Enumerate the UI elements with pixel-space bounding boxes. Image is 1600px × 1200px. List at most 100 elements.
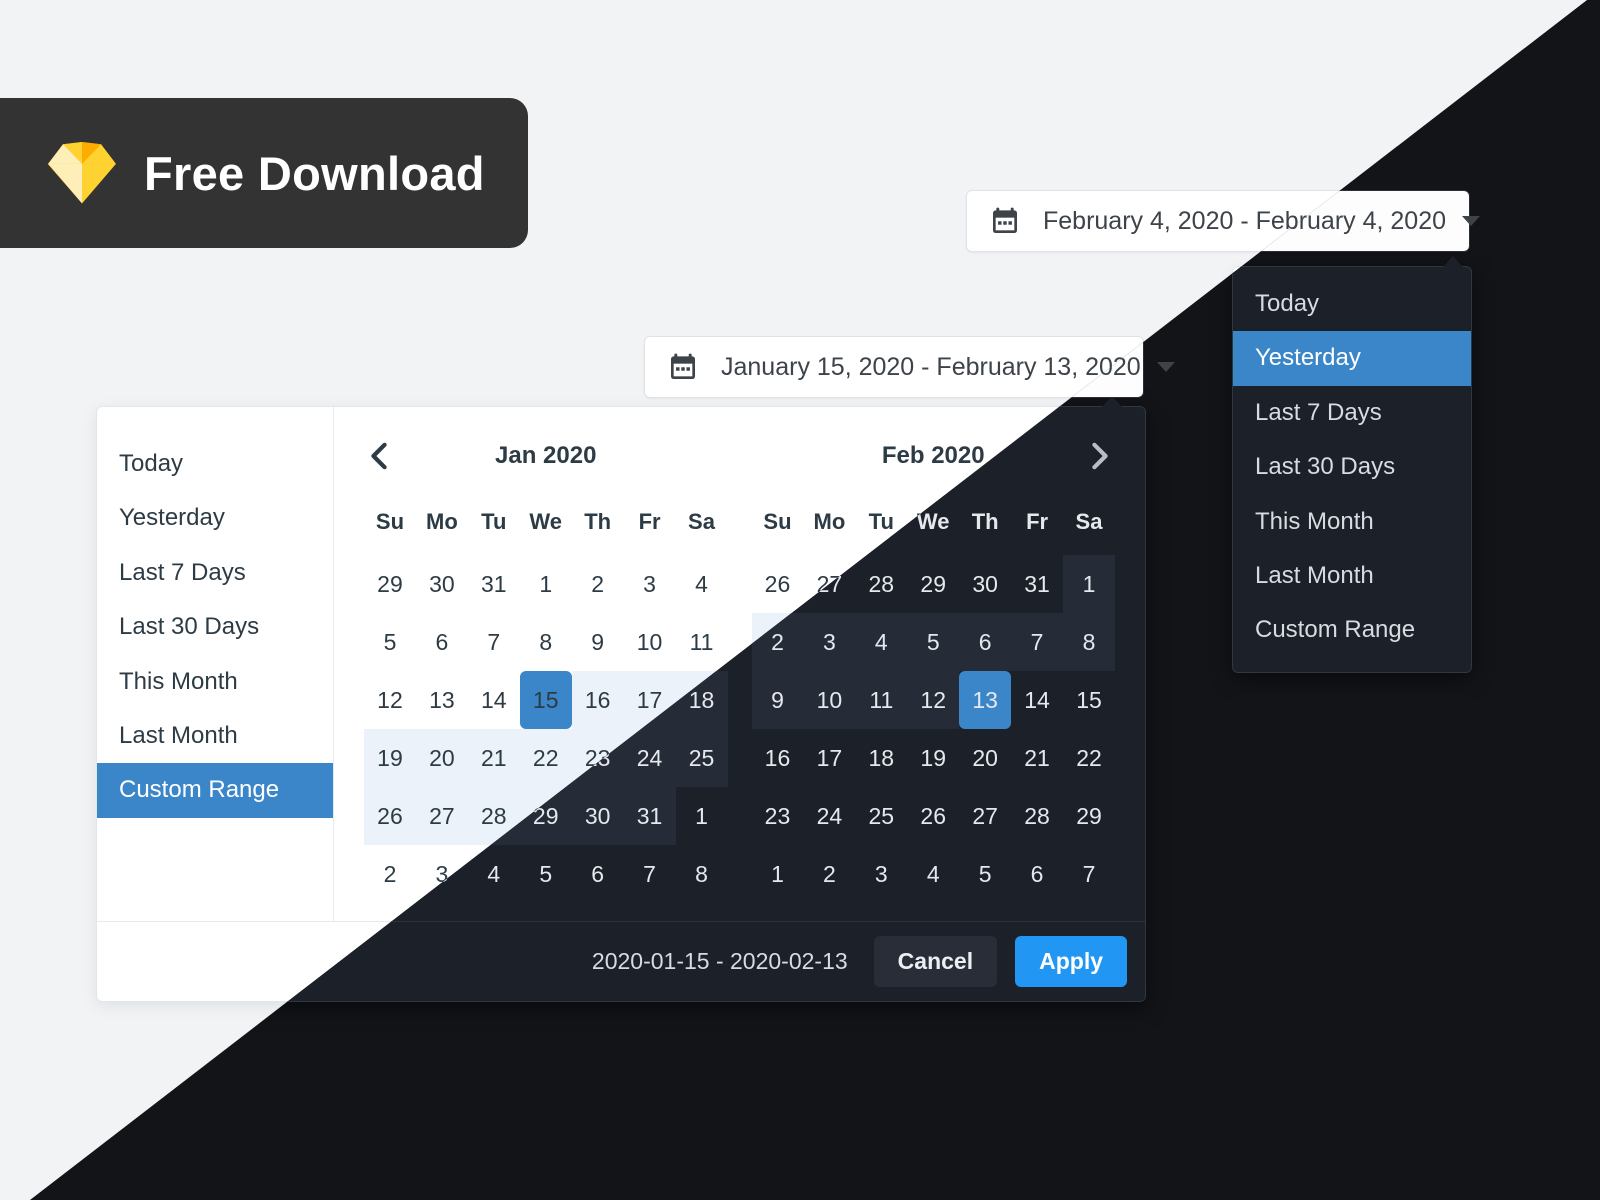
calendar-day-cell[interactable]: 31 [468, 555, 520, 613]
chevron-down-icon[interactable] [1462, 216, 1481, 226]
sidebar-item-yesterday[interactable]: Yesterday [97, 491, 333, 545]
apply-button[interactable]: Apply [1015, 936, 1127, 987]
calendar-day-cell[interactable]: 1 [676, 787, 728, 845]
calendar-day-cell[interactable]: 4 [907, 845, 959, 903]
calendar-day-cell[interactable]: 14 [1011, 671, 1063, 729]
calendar-day-cell[interactable]: 3 [855, 845, 907, 903]
calendar-day-cell[interactable]: 9 [572, 613, 624, 671]
calendar-day-cell[interactable]: 2 [751, 613, 804, 671]
calendar-day-cell[interactable]: 6 [572, 845, 624, 903]
calendar-day-cell[interactable]: 8 [1063, 613, 1115, 671]
chevron-down-icon[interactable] [1156, 362, 1175, 372]
calendar-day-cell[interactable]: 15 [1063, 671, 1115, 729]
sidebar-item-last-7-days[interactable]: Last 7 Days [97, 546, 333, 600]
calendar-day-cell[interactable]: 3 [416, 845, 468, 903]
calendar-day-cell[interactable]: 28 [855, 555, 907, 613]
calendar-day-cell[interactable]: 5 [907, 613, 960, 671]
calendar-day-cell[interactable]: 25 [675, 729, 728, 787]
range-item-last-7-days[interactable]: Last 7 Days [1233, 386, 1471, 440]
calendar-day-cell[interactable]: 5 [959, 845, 1011, 903]
calendar-day-cell[interactable]: 29 [364, 555, 416, 613]
calendar-day-cell[interactable]: 2 [803, 845, 855, 903]
calendar-day-cell[interactable]: 29 [907, 555, 959, 613]
ranges-dropdown[interactable]: Today Yesterday Last 7 Days Last 30 Days… [1232, 256, 1472, 673]
calendar-day-cell[interactable]: 6 [416, 613, 468, 671]
calendar-day-cell[interactable]: 30 [571, 787, 624, 845]
calendar-day-cell[interactable]: 7 [1063, 845, 1115, 903]
calendar-day-cell[interactable]: 24 [623, 729, 676, 787]
calendar-day-cell[interactable]: 8 [676, 845, 728, 903]
calendar-day-cell[interactable]: 6 [959, 613, 1012, 671]
calendar-day-cell[interactable]: 4 [468, 845, 520, 903]
calendar-day-cell[interactable]: 2 [572, 555, 624, 613]
calendar-day-cell[interactable]: 21 [1011, 729, 1063, 787]
calendar-day-cell[interactable]: 7 [1011, 613, 1064, 671]
calendar-day-cell[interactable]: 31 [1011, 555, 1063, 613]
calendar-day-cell[interactable]: 8 [520, 613, 572, 671]
calendar-day-cell[interactable]: 16 [571, 671, 624, 729]
calendar-day-cell[interactable]: 30 [416, 555, 468, 613]
calendar-day-cell[interactable]: 29 [519, 787, 572, 845]
chevron-right-icon[interactable] [1085, 441, 1115, 471]
sidebar-item-last-30-days[interactable]: Last 30 Days [97, 600, 333, 654]
calendar-day-cell[interactable]: 26 [364, 787, 416, 845]
calendar-day-cell[interactable]: 12 [907, 671, 960, 729]
calendar-day-cell[interactable]: 27 [803, 555, 855, 613]
calendar-day-cell[interactable]: 25 [855, 787, 907, 845]
calendar-day-cell[interactable]: 13 [416, 671, 468, 729]
calendar-day-cell[interactable]: 5 [364, 613, 416, 671]
calendar-day-cell[interactable]: 5 [520, 845, 572, 903]
calendar-day-cell[interactable]: 19 [907, 729, 959, 787]
calendar-day-cell[interactable]: 20 [959, 729, 1011, 787]
calendar-day-cell[interactable]: 23 [752, 787, 804, 845]
calendar-day-cell[interactable]: 26 [907, 787, 959, 845]
calendar-day-cell[interactable]: 10 [624, 613, 676, 671]
calendar-day-cell[interactable]: 12 [364, 671, 416, 729]
calendar-day-cell[interactable]: 13 [959, 671, 1012, 729]
free-download-badge[interactable]: Free Download [0, 98, 528, 248]
sidebar-item-today[interactable]: Today [97, 437, 333, 491]
date-range-input-top[interactable]: February 4, 2020 - February 4, 2020 [966, 190, 1481, 252]
calendar-day-cell[interactable]: 26 [752, 555, 804, 613]
calendar-day-cell[interactable]: 2 [364, 845, 416, 903]
calendar-day-cell[interactable]: 3 [624, 555, 676, 613]
calendar-day-cell[interactable]: 19 [364, 729, 416, 787]
calendar-day-cell[interactable]: 23 [571, 729, 624, 787]
range-item-yesterday[interactable]: Yesterday [1233, 331, 1471, 386]
calendar-day-cell[interactable]: 11 [676, 613, 728, 671]
date-range-input-bottom[interactable]: January 15, 2020 - February 13, 2020 [644, 336, 1175, 398]
calendar-day-cell[interactable]: 14 [468, 671, 520, 729]
range-item-custom-range[interactable]: Custom Range [1233, 603, 1471, 657]
calendar-day-cell[interactable]: 16 [752, 729, 804, 787]
calendar-day-cell[interactable]: 22 [1063, 729, 1115, 787]
chevron-left-icon[interactable] [364, 441, 394, 471]
range-item-this-month[interactable]: This Month [1233, 495, 1471, 549]
calendar-day-cell[interactable]: 20 [415, 729, 468, 787]
calendar-day-cell[interactable]: 9 [751, 671, 804, 729]
calendar-day-cell[interactable]: 28 [1011, 787, 1063, 845]
calendar-day-cell[interactable]: 27 [959, 787, 1011, 845]
range-item-last-month[interactable]: Last Month [1233, 549, 1471, 603]
calendar-day-cell[interactable]: 15 [519, 671, 572, 729]
calendar-day-cell[interactable]: 7 [624, 845, 676, 903]
calendar-day-cell[interactable]: 17 [623, 671, 676, 729]
cancel-button[interactable]: Cancel [873, 936, 998, 987]
calendar-day-cell[interactable]: 4 [855, 613, 908, 671]
calendar-day-cell[interactable]: 1 [520, 555, 572, 613]
calendar-day-cell[interactable]: 28 [467, 787, 520, 845]
calendar-day-cell[interactable]: 31 [623, 787, 676, 845]
calendar-day-cell[interactable]: 3 [803, 613, 856, 671]
sidebar-item-custom-range[interactable]: Custom Range [97, 763, 333, 818]
calendar-day-cell[interactable]: 7 [468, 613, 520, 671]
calendar-day-cell[interactable]: 17 [803, 729, 855, 787]
calendar-day-cell[interactable]: 24 [803, 787, 855, 845]
calendar-day-cell[interactable]: 10 [803, 671, 856, 729]
calendar-day-cell[interactable]: 11 [855, 671, 908, 729]
sidebar-item-this-month[interactable]: This Month [97, 655, 333, 709]
calendar-day-cell[interactable]: 1 [1063, 555, 1115, 613]
calendar-day-cell[interactable]: 4 [676, 555, 728, 613]
calendar-day-cell[interactable]: 29 [1063, 787, 1115, 845]
range-item-last-30-days[interactable]: Last 30 Days [1233, 440, 1471, 494]
sidebar-item-last-month[interactable]: Last Month [97, 709, 333, 763]
range-item-today[interactable]: Today [1233, 277, 1471, 331]
